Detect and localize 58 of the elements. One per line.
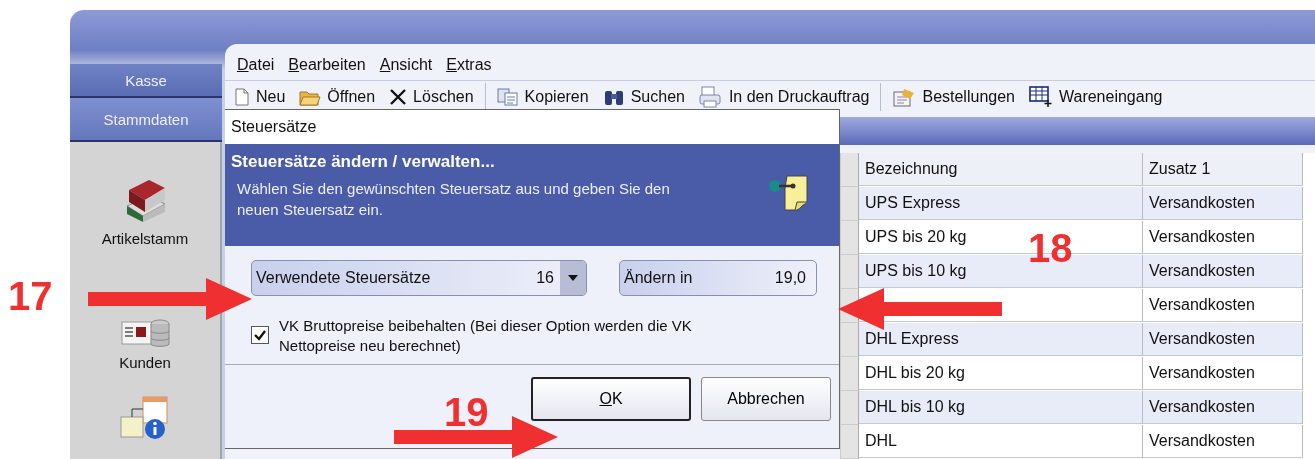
menu-item[interactable]: Datei (237, 55, 275, 74)
delete-icon (389, 87, 408, 106)
table-cell: Versandkosten (1143, 357, 1303, 390)
column-header[interactable]: Zusatz 1 (1143, 153, 1303, 186)
table-cell: Versandkosten (1143, 425, 1303, 458)
dialog-title: Steuersätze (225, 110, 839, 144)
dialog-button[interactable]: OK (531, 377, 691, 421)
menu-item[interactable]: Extras (446, 55, 492, 74)
tax-rate-dropdown[interactable]: Verwendete Steuersätze 16 (251, 260, 587, 296)
toolbar-button[interactable]: Kopieren (493, 85, 592, 108)
document-icon (234, 87, 250, 106)
toolbar-button[interactable]: Wareneingang (1025, 83, 1166, 110)
address-card-icon (120, 319, 170, 348)
column-header[interactable]: Bezeichnung (859, 153, 1143, 186)
menu-item[interactable]: Ansicht (379, 55, 433, 74)
info-document-icon (119, 395, 171, 441)
table-add-icon (1028, 85, 1053, 108)
row-header[interactable] (841, 425, 859, 459)
dialog-button[interactable]: Abbrechen (701, 377, 831, 421)
annotation-number: 17 (8, 276, 53, 316)
copy-icon (496, 87, 519, 106)
table-cell: DHL Express (859, 323, 1143, 356)
row-header[interactable] (841, 187, 859, 221)
row-header[interactable] (841, 391, 859, 425)
row-header (841, 153, 859, 187)
checkbox-label[interactable]: VK Bruttopreise beibehalten (Bei dieser Option werden die VK Nettopreise neu berechnet) (279, 316, 719, 356)
table-cell: Versandkosten (1143, 289, 1303, 322)
dialog-heading: Steuersätze ändern / verwalten... (231, 152, 496, 172)
printer-icon (698, 85, 723, 108)
row-header[interactable] (841, 357, 859, 391)
table-cell: Versandkosten (1143, 255, 1303, 288)
nav-item[interactable]: Artikelstamm (101, 230, 189, 247)
menu-item[interactable]: Bearbeiten (288, 55, 366, 74)
toolbar-button[interactable]: Öffnen (296, 85, 379, 108)
row-header[interactable] (841, 255, 859, 289)
nav-item[interactable]: Kunden (119, 354, 171, 371)
dialog-description: Wählen Sie den gewünschten Steuersatz aus und geben Sie den neuen Steuersatz ein. (236, 179, 671, 220)
clipboard-icon (892, 86, 917, 107)
dropdown-arrow-icon (568, 275, 578, 281)
row-header[interactable] (841, 323, 859, 357)
annotation-number: 19 (444, 392, 489, 432)
toolbar-button[interactable]: Suchen (599, 85, 688, 108)
toolbar-button[interactable]: Neu (231, 85, 289, 108)
toolbar-button[interactable]: In den Druckauftrag (695, 83, 873, 110)
table-cell: Versandkosten (1143, 221, 1303, 254)
nav-tab[interactable]: Kasse (70, 64, 222, 98)
row-header[interactable] (841, 221, 859, 255)
checkbox[interactable] (251, 326, 269, 344)
toolbar-button[interactable]: Bestellungen (889, 84, 1018, 109)
table-cell: Versandkosten (1143, 391, 1303, 424)
table-cell: Versandkosten (1143, 323, 1303, 356)
toolbar-button[interactable]: Löschen (386, 85, 477, 108)
table-cell: Versandkosten (1143, 187, 1303, 220)
table-cell: UPS Express (859, 187, 1143, 220)
new-rate-field[interactable]: Ändern in 19,0 (619, 260, 817, 296)
table-cell: DHL bis 10 kg (859, 391, 1143, 424)
table-cell: DHL bis 20 kg (859, 357, 1143, 390)
table-cell: DHL (859, 425, 1143, 458)
